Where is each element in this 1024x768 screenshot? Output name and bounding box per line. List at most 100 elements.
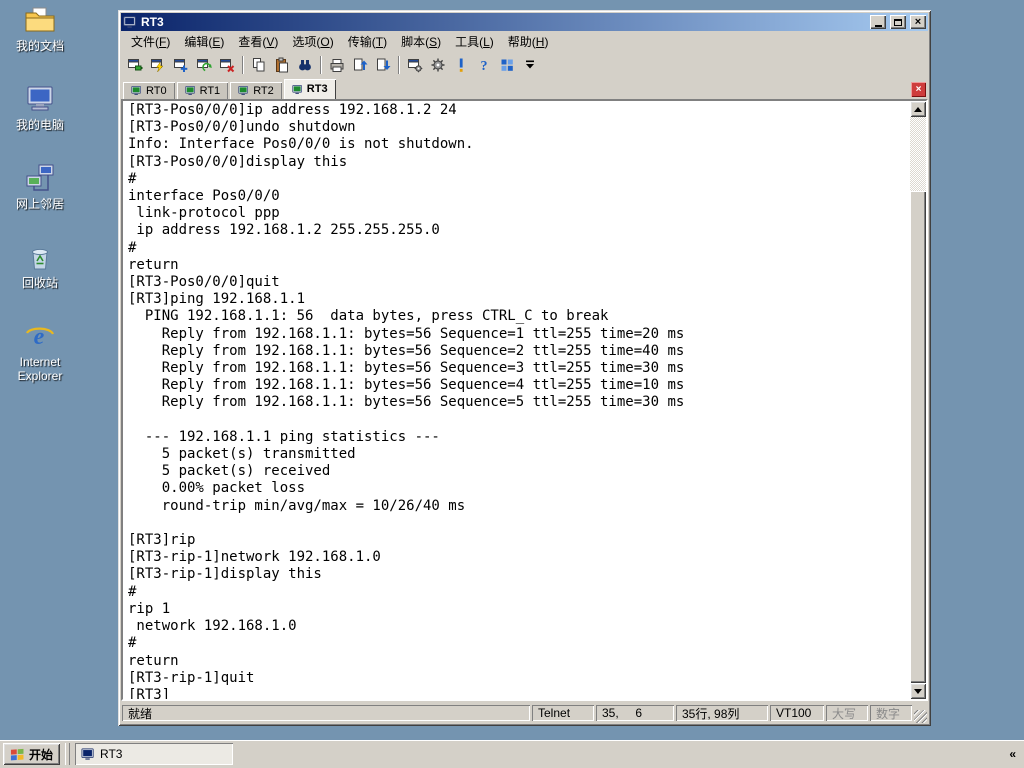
status-protocol: Telnet	[532, 705, 594, 721]
minimize-icon	[874, 24, 882, 27]
menu-item-script[interactable]: 脚本(S)	[394, 30, 448, 53]
recycle-bin-icon	[32, 248, 48, 270]
connect-icon	[127, 57, 143, 71]
window-icon	[123, 15, 137, 29]
internet-explorer-icon: e	[26, 324, 55, 350]
terminal-area: [RT3-Pos0/0/0]ip address 192.168.1.2 24 …	[121, 99, 928, 701]
taskbar-task-rt3[interactable]: RT3	[75, 743, 234, 765]
window-title: RT3	[141, 15, 164, 29]
taskbar-divider	[65, 743, 71, 765]
status-cursor-position: 35, 6	[596, 705, 674, 721]
quick-connect-button[interactable]	[147, 54, 169, 76]
menu-item-transfer[interactable]: 传输(T)	[341, 30, 394, 53]
tab-rt0[interactable]: RT0	[123, 82, 175, 99]
session-tab-icon	[185, 85, 196, 96]
menu-item-file[interactable]: 文件(F)	[124, 30, 177, 53]
close-button[interactable]: ×	[910, 15, 926, 29]
my-documents-icon	[25, 7, 55, 32]
session-manager-button[interactable]	[496, 54, 518, 76]
resize-grip[interactable]	[914, 710, 927, 723]
scroll-up-button[interactable]	[910, 101, 926, 117]
my-computer-icon	[27, 86, 53, 111]
toolbar-separator	[242, 56, 244, 74]
terminal-window: RT3 × 文件(F) 编辑(E) 查看(V) 选项(O) 传输(T) 脚本(S…	[118, 10, 931, 726]
menu-item-edit[interactable]: 编辑(E)	[177, 30, 231, 53]
status-emulation: VT100	[770, 705, 824, 721]
desktop-icon-network-places[interactable]: 网上邻居	[6, 162, 74, 211]
scrollbar-thumb[interactable]	[910, 190, 926, 683]
toolbar-overflow-button[interactable]	[519, 54, 541, 76]
new-session-button[interactable]	[170, 54, 192, 76]
session-tab-icon	[131, 85, 142, 96]
disconnect-icon	[219, 57, 235, 73]
toolbar-separator	[398, 56, 400, 74]
toolbar-separator	[320, 56, 322, 74]
desktop-icon-my-computer[interactable]: 我的电脑	[6, 83, 74, 132]
upload-icon	[354, 58, 368, 71]
close-tab-button[interactable]: ×	[911, 82, 926, 97]
tab-label: RT1	[199, 84, 221, 97]
task-window-icon	[81, 747, 95, 761]
window-titlebar[interactable]: RT3 ×	[121, 13, 928, 31]
menu-item-help[interactable]: 帮助(H)	[501, 30, 556, 53]
start-label: 开始	[29, 747, 54, 762]
tab-rt2[interactable]: RT2	[230, 82, 282, 99]
desktop-icon-internet-explorer[interactable]: e Internet Explorer	[6, 320, 74, 383]
terminal-scrollbar[interactable]	[910, 101, 926, 699]
taskbar-collapse-button[interactable]: «	[1004, 745, 1021, 763]
help-icon: ?	[481, 59, 488, 73]
session-manager-icon	[501, 59, 513, 71]
terminal-output[interactable]: [RT3-Pos0/0/0]ip address 192.168.1.2 24 …	[123, 101, 910, 699]
network-places-icon	[26, 164, 54, 191]
session-tab-icon	[238, 85, 249, 96]
desktop-icon-recycle-bin[interactable]: 回收站	[6, 241, 74, 290]
paste-button[interactable]	[271, 54, 293, 76]
download-button[interactable]	[372, 54, 394, 76]
session-options-icon	[407, 57, 423, 73]
session-options-button[interactable]	[404, 54, 426, 76]
menu-item-tools[interactable]: 工具(L)	[448, 30, 501, 53]
scrollbar-track[interactable]	[910, 117, 926, 683]
taskbar-tray: «	[1004, 745, 1021, 763]
tab-label: RT0	[146, 84, 167, 97]
desktop-icon-label: 网上邻居	[15, 197, 64, 211]
menu-item-options[interactable]: 选项(O)	[285, 30, 340, 53]
trace-options-button[interactable]	[450, 54, 472, 76]
close-icon: ×	[914, 16, 922, 28]
quick-connect-icon	[150, 57, 164, 73]
reconnect-icon	[196, 57, 212, 72]
menu-item-view[interactable]: 查看(V)	[231, 30, 285, 53]
find-button[interactable]	[294, 54, 316, 76]
start-button[interactable]: 开始	[3, 743, 61, 765]
status-bar: 就绪 Telnet 35, 6 35行, 98列 VT100 大写 数字	[121, 701, 928, 723]
paste-icon	[276, 57, 288, 73]
tab-rt1[interactable]: RT1	[176, 82, 229, 99]
desktop-icon-label: Internet Explorer	[17, 355, 63, 383]
maximize-button[interactable]	[890, 15, 906, 29]
windows-flag-icon	[10, 747, 25, 762]
task-label: RT3	[100, 747, 123, 761]
global-options-button[interactable]	[427, 54, 449, 76]
svg-text:?: ?	[481, 59, 488, 73]
copy-icon	[253, 58, 265, 72]
minimize-button[interactable]	[870, 15, 886, 29]
connect-button[interactable]	[124, 54, 146, 76]
status-terminal-size: 35行, 98列	[676, 705, 768, 721]
menu-bar: 文件(F) 编辑(E) 查看(V) 选项(O) 传输(T) 脚本(S) 工具(L…	[121, 31, 928, 52]
upload-button[interactable]	[349, 54, 371, 76]
tab-rt3[interactable]: RT3	[283, 79, 336, 99]
trace-options-icon	[459, 58, 463, 72]
global-options-icon	[431, 58, 445, 72]
help-button[interactable]: ?	[473, 54, 495, 76]
desktop: 我的文档 我的电脑 网上邻居 回收站 e Internet Explorer R…	[0, 0, 1024, 768]
copy-button[interactable]	[248, 54, 270, 76]
print-button[interactable]	[326, 54, 348, 76]
status-ready: 就绪	[122, 705, 530, 721]
reconnect-button[interactable]	[193, 54, 215, 76]
disconnect-button[interactable]	[216, 54, 238, 76]
status-num-lock: 数字	[870, 705, 912, 721]
taskbar: 开始 RT3 «	[0, 740, 1024, 768]
desktop-icon-list: 我的文档 我的电脑 网上邻居 回收站 e Internet Explorer	[6, 4, 74, 383]
desktop-icon-my-documents[interactable]: 我的文档	[6, 4, 74, 53]
scroll-down-button[interactable]	[910, 683, 926, 699]
